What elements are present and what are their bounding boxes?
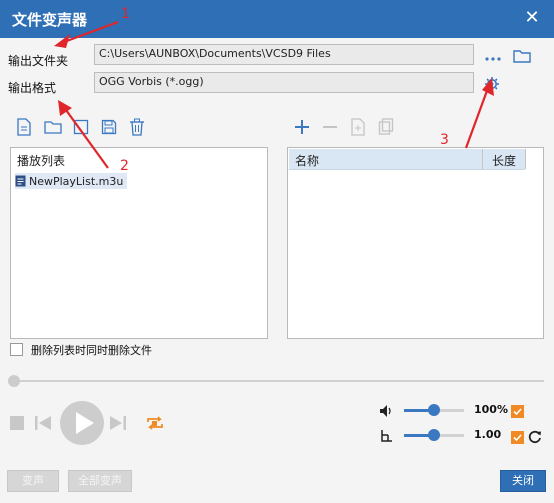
annotation-label-2: 2 [120, 158, 129, 174]
annotation-arrowhead-3 [482, 78, 494, 96]
annotation-arrowhead-1 [54, 34, 70, 48]
file-voice-changer-window: 文件变声器 ✕ 输出文件夹 C:\Users\AUNBOX\Documents\… [0, 0, 554, 503]
annotation-arrow-1 [63, 20, 119, 44]
annotation-arrow-2 [65, 109, 109, 169]
annotation-arrows [54, 20, 494, 169]
annotation-label-1: 1 [121, 6, 130, 22]
annotation-arrow-3 [464, 87, 490, 149]
annotation-label-3: 3 [440, 132, 449, 148]
